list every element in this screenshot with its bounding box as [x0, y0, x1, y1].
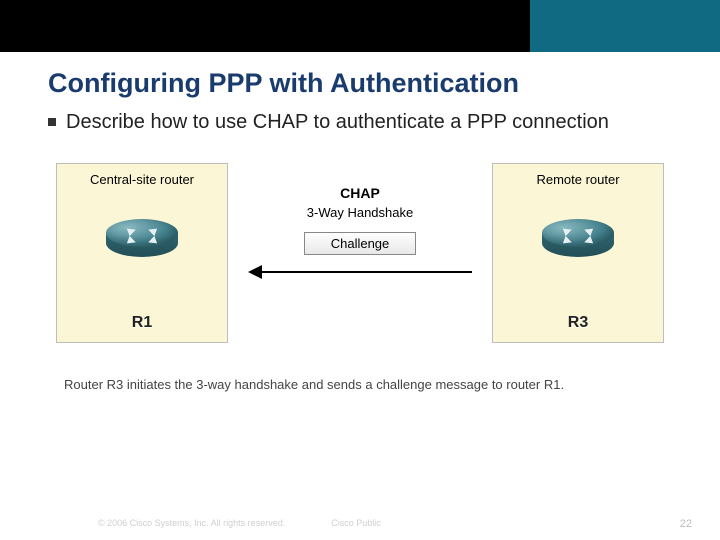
left-panel: Central-site router R1 [56, 163, 228, 343]
right-router-name: R3 [493, 314, 663, 332]
footer-copyright: © 2006 Cisco Systems, Inc. All rights re… [98, 518, 285, 528]
bullet-item: Describe how to use CHAP to authenticate… [0, 109, 720, 135]
arrow-left-icon [248, 265, 472, 279]
router-icon [542, 219, 614, 259]
slide-footer: © 2006 Cisco Systems, Inc. All rights re… [0, 518, 720, 528]
right-panel-label: Remote router [493, 164, 663, 197]
protocol-name: CHAP [228, 163, 492, 201]
bullet-square-icon [48, 118, 56, 126]
footer-page-number: 22 [680, 518, 692, 530]
diagram-caption: Router R3 initiates the 3-way handshake … [56, 343, 664, 410]
bullet-text: Describe how to use CHAP to authenticate… [66, 109, 609, 135]
diagram-panels: Central-site router R1 CHAP 3-Way Handsh… [56, 163, 664, 343]
right-panel: Remote router R3 [492, 163, 664, 343]
left-panel-label: Central-site router [57, 164, 227, 197]
center-column: CHAP 3-Way Handshake Challenge [228, 163, 492, 343]
footer-classification: Cisco Public [331, 518, 381, 528]
diagram-container: Central-site router R1 CHAP 3-Way Handsh… [56, 163, 664, 410]
slide-title: Configuring PPP with Authentication [0, 52, 720, 109]
top-bar-accent [530, 0, 720, 52]
slide-top-bar [0, 0, 720, 52]
challenge-step-box: Challenge [304, 232, 417, 255]
left-router-name: R1 [57, 314, 227, 332]
router-icon [106, 219, 178, 259]
handshake-label: 3-Way Handshake [228, 201, 492, 220]
